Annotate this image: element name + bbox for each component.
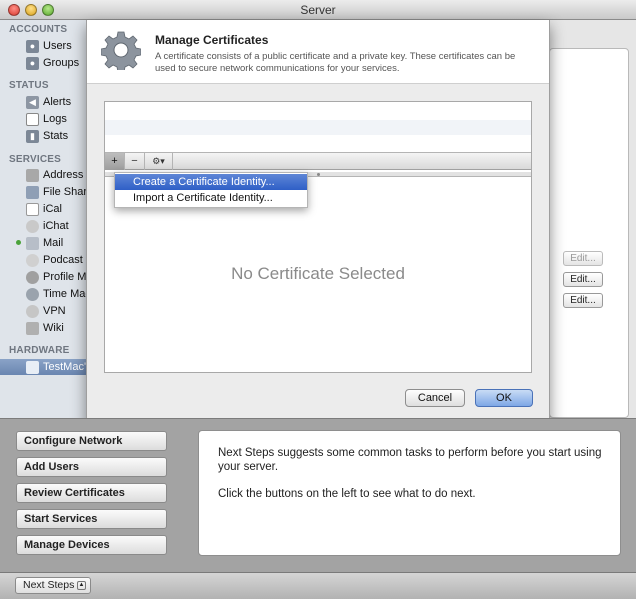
ical-icon bbox=[26, 202, 39, 216]
sidebar-item-label: Stats bbox=[43, 130, 69, 142]
ichat-icon bbox=[26, 219, 39, 233]
sidebar-item-label: Wiki bbox=[43, 322, 64, 334]
edit-button-2[interactable]: Edit... bbox=[563, 272, 603, 287]
mail-status-dot bbox=[16, 240, 21, 245]
splitter-dot-icon bbox=[317, 173, 320, 176]
sidebar-item-label: Logs bbox=[43, 113, 67, 125]
sidebar-heading-status: STATUS bbox=[9, 80, 49, 91]
remove-certificate-button[interactable]: − bbox=[125, 153, 145, 170]
edit-button-1[interactable]: Edit... bbox=[563, 251, 603, 266]
list-row-stripe bbox=[105, 120, 531, 135]
certificate-toolbar: + − ⚙▾ bbox=[105, 152, 531, 170]
sidebar-item-vpn[interactable]: VPN bbox=[26, 303, 87, 319]
next-steps-area: Configure Network Add Users Review Certi… bbox=[0, 418, 636, 572]
title-bar: Server bbox=[0, 0, 636, 20]
sidebar-item-label: Podcast bbox=[43, 254, 83, 266]
alerts-icon: ◀ bbox=[26, 95, 39, 109]
sidebar-heading-hardware: HARDWARE bbox=[9, 345, 70, 356]
ok-button[interactable]: OK bbox=[475, 389, 533, 407]
sidebar-item-alerts[interactable]: ◀ Alerts bbox=[26, 94, 87, 110]
review-certificates-button[interactable]: Review Certificates bbox=[16, 483, 167, 503]
sidebar-item-podcast[interactable]: Podcast bbox=[26, 252, 87, 268]
sidebar-item-label: Address Book bbox=[43, 169, 87, 181]
profile-manager-icon bbox=[26, 270, 39, 284]
sidebar-item-label: TestMac's bbox=[43, 361, 88, 373]
gear-icon bbox=[101, 31, 141, 70]
sidebar-item-users[interactable]: ● Users bbox=[26, 38, 87, 54]
wiki-icon bbox=[26, 321, 39, 335]
users-icon: ● bbox=[26, 39, 39, 53]
vpn-icon bbox=[26, 304, 39, 318]
sidebar-item-label: iCal bbox=[43, 203, 62, 215]
manage-devices-button[interactable]: Manage Devices bbox=[16, 535, 167, 555]
mail-icon bbox=[26, 236, 39, 250]
podcast-icon bbox=[26, 253, 39, 267]
sidebar-heading-services: SERVICES bbox=[9, 154, 61, 165]
next-steps-intro: Next Steps suggests some common tasks to… bbox=[218, 447, 602, 473]
sidebar-item-groups[interactable]: ● Groups bbox=[26, 55, 87, 71]
sidebar-item-label: VPN bbox=[43, 305, 66, 317]
logs-icon bbox=[26, 112, 39, 126]
sheet-description: A certificate consists of a public certi… bbox=[155, 51, 516, 74]
sidebar-item-label: File Sharing bbox=[43, 186, 87, 198]
file-sharing-icon bbox=[26, 185, 39, 199]
sidebar-item-stats[interactable]: ▮ Stats bbox=[26, 128, 87, 144]
configure-network-button[interactable]: Configure Network bbox=[16, 431, 167, 451]
service-panel: Edit... Edit... Edit... bbox=[549, 48, 629, 418]
next-steps-label: Next Steps bbox=[23, 579, 75, 591]
next-steps-panel: Next Steps suggests some common tasks to… bbox=[198, 430, 621, 556]
sidebar-item-mail[interactable]: Mail bbox=[26, 235, 87, 251]
sidebar-heading-accounts: ACCOUNTS bbox=[9, 24, 68, 35]
add-users-button[interactable]: Add Users bbox=[16, 457, 167, 477]
start-services-button[interactable]: Start Services bbox=[16, 509, 167, 529]
sidebar-item-file-sharing[interactable]: File Sharing bbox=[26, 184, 87, 200]
add-certificate-button[interactable]: + bbox=[105, 153, 125, 170]
sidebar-item-label: iChat bbox=[43, 220, 69, 232]
sidebar-item-label: Groups bbox=[43, 57, 80, 69]
edit-button-3[interactable]: Edit... bbox=[563, 293, 603, 308]
stats-icon: ▮ bbox=[26, 129, 39, 143]
sidebar-item-profile-manager[interactable]: Profile Manager bbox=[26, 269, 87, 285]
menu-item-import-certificate-identity[interactable]: Import a Certificate Identity... bbox=[115, 190, 307, 206]
sidebar-item-label: Profile Manager bbox=[43, 271, 87, 283]
sidebar-item-time-machine[interactable]: Time Machine bbox=[26, 286, 87, 302]
status-bar: Next Steps ▲ bbox=[0, 572, 636, 599]
certificate-list[interactable]: + − ⚙▾ No Certificate Selected bbox=[104, 101, 532, 373]
window-title: Server bbox=[300, 3, 336, 17]
cancel-button[interactable]: Cancel bbox=[405, 389, 465, 407]
next-steps-toggle-button[interactable]: Next Steps ▲ bbox=[15, 577, 91, 594]
action-menu-button[interactable]: ⚙▾ bbox=[145, 153, 173, 170]
add-certificate-menu: Create a Certificate Identity... Import … bbox=[114, 172, 308, 208]
sidebar-item-wiki[interactable]: Wiki bbox=[26, 320, 87, 336]
computer-icon bbox=[26, 360, 39, 374]
menu-item-create-certificate-identity[interactable]: Create a Certificate Identity... bbox=[115, 174, 307, 190]
sidebar-item-ical[interactable]: iCal bbox=[26, 201, 87, 217]
sidebar-item-logs[interactable]: Logs bbox=[26, 111, 87, 127]
sidebar-item-ichat[interactable]: iChat bbox=[26, 218, 87, 234]
sheet-title: Manage Certificates bbox=[155, 33, 269, 47]
sidebar-item-label: Users bbox=[43, 40, 72, 52]
address-book-icon bbox=[26, 168, 39, 182]
groups-icon: ● bbox=[26, 56, 39, 70]
sidebar-item-testmac[interactable]: TestMac's bbox=[0, 359, 88, 375]
collapse-arrow-icon: ▲ bbox=[77, 581, 86, 590]
sidebar-item-label: Time Machine bbox=[43, 288, 87, 300]
sidebar: ACCOUNTS ● Users ● Groups STATUS ◀ Alerts L… bbox=[0, 20, 88, 418]
no-certificate-label: No Certificate Selected bbox=[231, 264, 405, 283]
sidebar-item-label: Mail bbox=[43, 237, 64, 249]
sheet-header: Manage Certificates A certificate consis… bbox=[87, 20, 549, 84]
time-machine-icon bbox=[26, 287, 39, 301]
manage-certificates-sheet: Manage Certificates A certificate consis… bbox=[86, 20, 550, 424]
next-steps-hint: Click the buttons on the left to see wha… bbox=[218, 488, 476, 500]
sidebar-item-label: Alerts bbox=[43, 96, 72, 108]
sidebar-item-address-book[interactable]: Address Book bbox=[26, 167, 87, 183]
